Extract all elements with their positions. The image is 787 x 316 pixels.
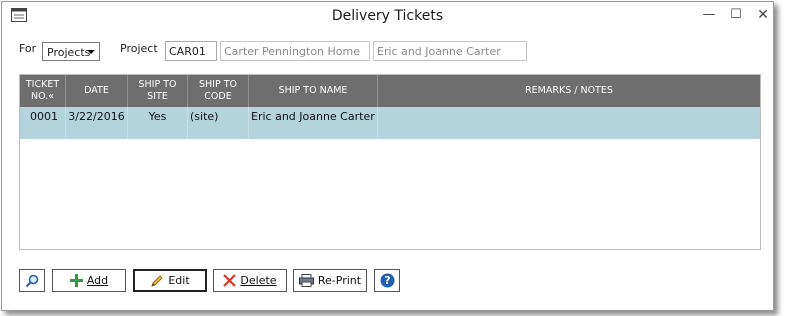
title-bar: Delivery Tickets — ☐ ✕ — [2, 2, 773, 30]
project-code-field[interactable] — [165, 41, 217, 61]
chevron-down-icon — [87, 50, 95, 54]
for-label: For — [19, 42, 37, 55]
cell-ticket-no: 0001 — [20, 107, 66, 139]
magnifier-icon — [25, 274, 39, 288]
cell-ship-to-name: Eric and Joanne Carter — [249, 107, 378, 139]
svg-text:?: ? — [384, 274, 390, 287]
add-button[interactable]: Add — [52, 269, 126, 292]
client-name-field[interactable] — [373, 41, 527, 61]
tickets-grid: TICKET NO.« DATE SHIP TO SITE SHIP TO CO… — [19, 74, 761, 250]
edit-label: Edit — [168, 274, 190, 287]
cell-date: 3/22/2016 — [66, 107, 128, 139]
col-ticket-no[interactable]: TICKET NO.« — [20, 75, 66, 107]
edit-button[interactable]: Edit — [133, 269, 207, 292]
minimize-button[interactable]: — — [698, 6, 720, 24]
grid-header: TICKET NO.« DATE SHIP TO SITE SHIP TO CO… — [20, 75, 760, 107]
for-select[interactable]: Projects — [42, 42, 100, 61]
project-label: Project — [120, 42, 158, 55]
question-icon: ? — [380, 273, 395, 288]
delete-label: Delete — [240, 274, 277, 287]
window-title: Delivery Tickets — [331, 8, 444, 24]
cell-remarks — [378, 107, 760, 139]
col-date[interactable]: DATE — [66, 75, 128, 107]
help-button[interactable]: ? — [374, 269, 400, 292]
project-name-field[interactable] — [220, 41, 370, 61]
cell-ship-to-code: (site) — [188, 107, 249, 139]
for-select-value: Projects — [47, 46, 91, 59]
maximize-button[interactable]: ☐ — [725, 6, 747, 24]
close-button[interactable]: ✕ — [752, 6, 774, 24]
reprint-label: Re-Print — [317, 274, 362, 287]
pencil-icon — [150, 274, 164, 288]
col-ship-to-code[interactable]: SHIP TO CODE — [188, 75, 249, 107]
add-label: Add — [86, 274, 109, 287]
plus-icon — [69, 274, 83, 287]
cell-ship-to-site: Yes — [128, 107, 188, 139]
delete-button[interactable]: Delete — [213, 269, 287, 292]
printer-icon — [298, 274, 314, 287]
reprint-button[interactable]: Re-Print — [293, 269, 367, 292]
search-button[interactable] — [19, 269, 45, 292]
table-row[interactable]: 0001 3/22/2016 Yes (site) Eric and Joann… — [20, 107, 760, 139]
x-icon — [223, 274, 237, 287]
col-remarks-notes[interactable]: REMARKS / NOTES — [378, 75, 760, 107]
col-ship-to-site[interactable]: SHIP TO SITE — [128, 75, 188, 107]
col-ship-to-name[interactable]: SHIP TO NAME — [249, 75, 378, 107]
delivery-tickets-window: Delivery Tickets — ☐ ✕ For Projects Proj… — [1, 1, 774, 311]
